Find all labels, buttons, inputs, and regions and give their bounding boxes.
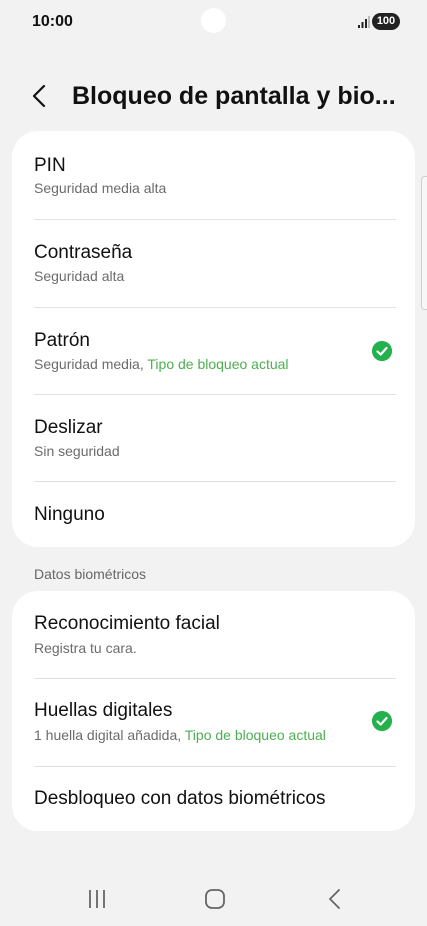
lock-type-card: PIN Seguridad media alta Contraseña Segu… <box>12 131 415 547</box>
battery-icon: 100 <box>372 13 400 30</box>
lock-option-title: Contraseña <box>34 242 133 263</box>
current-lock-label: Tipo de bloqueo actual <box>184 727 326 743</box>
lock-option-subtitle: Seguridad media, Tipo de bloqueo actual <box>34 356 289 372</box>
check-icon <box>372 341 392 361</box>
check-icon <box>372 711 392 731</box>
lock-option-swipe[interactable]: Deslizar Sin seguridad <box>12 394 415 481</box>
lock-option-title: Patrón <box>34 330 90 351</box>
navigation-bar <box>0 870 427 926</box>
lock-option-subtitle: Seguridad media alta <box>34 180 167 196</box>
fingerprints-item[interactable]: Huellas digitales 1 huella digital añadi… <box>12 678 415 766</box>
home-icon[interactable] <box>203 888 227 910</box>
biometric-title: Huellas digitales <box>34 700 173 721</box>
scroll-indicator[interactable] <box>421 176 427 310</box>
lock-option-password[interactable]: Contraseña Seguridad alta <box>12 219 415 307</box>
status-time: 10:00 <box>32 13 73 30</box>
back-button[interactable] <box>26 78 58 114</box>
signal-icon <box>358 16 370 28</box>
biometric-title: Desbloqueo con datos biométricos <box>34 788 326 809</box>
lock-option-pin[interactable]: PIN Seguridad media alta <box>12 131 415 219</box>
lock-option-title: Ninguno <box>34 504 105 525</box>
biometric-subtitle: Registra tu cara. <box>34 640 137 656</box>
app-header: Bloqueo de pantalla y bio... <box>0 70 427 122</box>
recent-apps-icon[interactable] <box>85 888 109 910</box>
face-recognition-item[interactable]: Reconocimiento facial Registra tu cara. <box>12 591 415 678</box>
back-chevron-icon <box>32 84 46 108</box>
biometric-subtitle: 1 huella digital añadida, Tipo de bloque… <box>34 727 326 743</box>
lock-option-pattern[interactable]: Patrón Seguridad media, Tipo de bloqueo … <box>12 307 415 394</box>
page-title: Bloqueo de pantalla y bio... <box>72 82 396 110</box>
current-lock-label: Tipo de bloqueo actual <box>147 356 289 372</box>
lock-option-title: PIN <box>34 155 66 176</box>
lock-option-subtitle: Sin seguridad <box>34 443 120 459</box>
camera-hole <box>201 8 226 33</box>
biometric-title: Reconocimiento facial <box>34 613 220 634</box>
biometrics-card: Reconocimiento facial Registra tu cara. … <box>12 591 415 831</box>
biometric-unlock-item[interactable]: Desbloqueo con datos biométricos <box>12 766 415 831</box>
section-label: Datos biométricos <box>34 566 147 582</box>
lock-option-none[interactable]: Ninguno <box>12 481 415 547</box>
status-bar: 10:00 100 <box>0 0 427 44</box>
back-nav-icon[interactable] <box>323 888 347 910</box>
lock-option-subtitle: Seguridad alta <box>34 268 125 284</box>
lock-option-title: Deslizar <box>34 417 103 438</box>
